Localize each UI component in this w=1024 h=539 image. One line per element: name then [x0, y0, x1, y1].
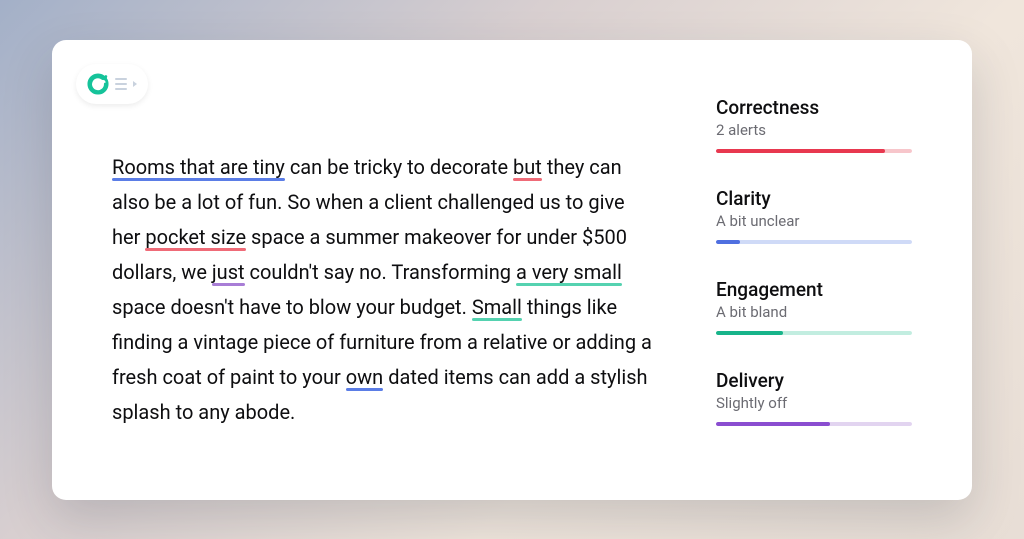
underlined-purple[interactable]: just — [212, 260, 245, 284]
metric-subtitle: Slightly off — [716, 394, 912, 412]
metric-engagement[interactable]: Engagement A bit bland — [716, 278, 912, 335]
metric-clarity[interactable]: Clarity A bit unclear — [716, 187, 912, 244]
metric-delivery[interactable]: Delivery Slightly off — [716, 369, 912, 426]
chevron-right-icon — [133, 81, 137, 87]
underlined-green[interactable]: Small — [472, 295, 522, 319]
expand-icon — [115, 78, 127, 90]
metric-progress-bar — [716, 331, 912, 335]
underlined-blue[interactable]: Rooms that are tiny — [112, 155, 285, 179]
metric-title: Correctness — [716, 96, 912, 119]
metric-correctness[interactable]: Correctness 2 alerts — [716, 96, 912, 153]
grammarly-logo-button[interactable] — [76, 64, 148, 104]
metric-subtitle: A bit unclear — [716, 212, 912, 230]
underlined-red[interactable]: pocket size — [145, 225, 246, 249]
underlined-red[interactable]: but — [513, 155, 542, 179]
sidebar-metrics: Correctness 2 alerts Clarity A bit unclear E… — [692, 40, 952, 500]
metric-subtitle: 2 alerts — [716, 121, 912, 139]
metric-title: Delivery — [716, 369, 912, 392]
metric-subtitle: A bit bland — [716, 303, 912, 321]
editor-text-area[interactable]: Rooms that are tiny can be tricky to dec… — [52, 40, 692, 500]
app-card: Rooms that are tiny can be tricky to dec… — [52, 40, 972, 500]
metric-progress-bar — [716, 149, 912, 153]
metric-progress-bar — [716, 240, 912, 244]
underlined-green[interactable]: a very small — [516, 260, 622, 284]
metric-title: Engagement — [716, 278, 912, 301]
grammarly-icon — [87, 73, 109, 95]
metric-title: Clarity — [716, 187, 912, 210]
underlined-blue[interactable]: own — [346, 365, 383, 389]
metric-progress-bar — [716, 422, 912, 426]
